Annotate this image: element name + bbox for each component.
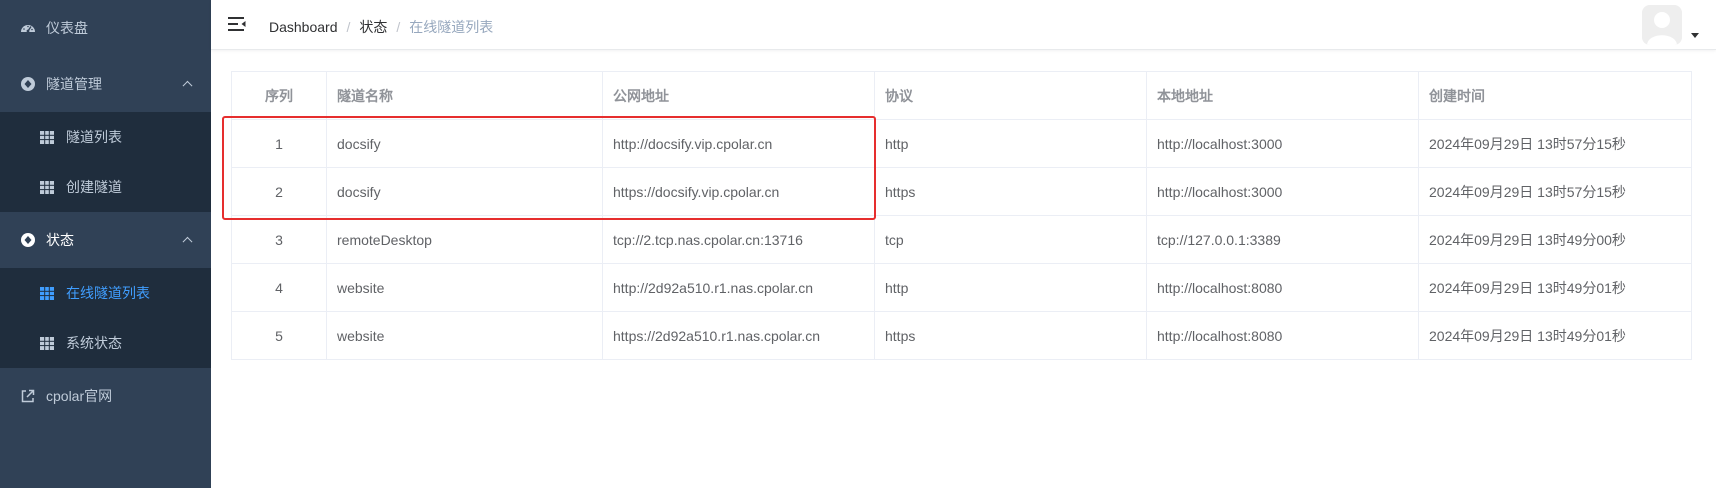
cell-created-time: 2024年09月29日 13时49分01秒 xyxy=(1418,311,1692,360)
cell-index: 3 xyxy=(231,215,327,264)
sidebar-item-label: 在线隧道列表 xyxy=(66,285,150,301)
cell-index: 5 xyxy=(231,311,327,360)
cell-tunnel-name: website xyxy=(326,311,603,360)
sidebar-item-status[interactable]: 状态 xyxy=(0,212,211,268)
tunnel-management-icon xyxy=(21,77,35,91)
online-tunnel-table: 序列 隧道名称 公网地址 协议 本地地址 创建时间 1 docsify http… xyxy=(231,71,1692,360)
table-icon xyxy=(40,286,54,300)
cell-protocol: http xyxy=(874,263,1147,312)
cell-public-url: http://2d92a510.r1.nas.cpolar.cn xyxy=(602,263,875,312)
sidebar-item-tunnel-list[interactable]: 隧道列表 xyxy=(0,112,211,162)
chevron-up-icon xyxy=(182,80,193,91)
header-public-url: 公网地址 xyxy=(602,71,875,120)
status-submenu: 在线隧道列表 系统状态 xyxy=(0,268,211,368)
sidebar-item-label: 状态 xyxy=(46,232,74,248)
sidebar-item-label: 隧道列表 xyxy=(66,129,122,145)
cell-tunnel-name: docsify xyxy=(326,119,603,168)
cell-created-time: 2024年09月29日 13时57分15秒 xyxy=(1418,167,1692,216)
table-header-row: 序列 隧道名称 公网地址 协议 本地地址 创建时间 xyxy=(231,71,1692,120)
table-row: 2 docsify https://docsify.vip.cpolar.cn … xyxy=(231,167,1692,216)
cell-index: 2 xyxy=(231,167,327,216)
sidebar-item-official-site[interactable]: cpolar官网 xyxy=(0,368,211,424)
table-row: 4 website http://2d92a510.r1.nas.cpolar.… xyxy=(231,263,1692,312)
breadcrumb-status[interactable]: 状态 xyxy=(359,17,387,37)
cell-index: 1 xyxy=(231,119,327,168)
cell-created-time: 2024年09月29日 13时49分00秒 xyxy=(1418,215,1692,264)
table-row: 1 docsify http://docsify.vip.cpolar.cn h… xyxy=(231,119,1692,168)
table-row: 3 remoteDesktop tcp://2.tcp.nas.cpolar.c… xyxy=(231,215,1692,264)
sidebar-item-online-tunnels[interactable]: 在线隧道列表 xyxy=(0,268,211,318)
cell-public-url: tcp://2.tcp.nas.cpolar.cn:13716 xyxy=(602,215,875,264)
cell-protocol: https xyxy=(874,311,1147,360)
header-tunnel-name: 隧道名称 xyxy=(326,71,603,120)
breadcrumb-dashboard[interactable]: Dashboard xyxy=(269,19,338,35)
sidebar-item-label: cpolar官网 xyxy=(46,388,113,404)
cell-public-url: https://docsify.vip.cpolar.cn xyxy=(602,167,875,216)
sidebar-item-dashboard[interactable]: 仪表盘 xyxy=(0,0,211,56)
sidebar-item-label: 仪表盘 xyxy=(46,20,88,36)
sidebar-item-label: 系统状态 xyxy=(66,335,122,351)
tunnel-submenu: 隧道列表 创建隧道 xyxy=(0,112,211,212)
sidebar: 仪表盘 隧道管理 隧道列表 创建隧道 状态 在线隧道列表 系统状态 cpolar… xyxy=(0,0,211,488)
cell-public-url: http://docsify.vip.cpolar.cn xyxy=(602,119,875,168)
cell-created-time: 2024年09月29日 13时57分15秒 xyxy=(1418,119,1692,168)
table-icon xyxy=(40,336,54,350)
hamburger-icon[interactable] xyxy=(228,16,246,32)
cell-tunnel-name: remoteDesktop xyxy=(326,215,603,264)
header-local-address: 本地地址 xyxy=(1146,71,1419,120)
table-icon xyxy=(40,180,54,194)
cell-protocol: tcp xyxy=(874,215,1147,264)
header-created-time: 创建时间 xyxy=(1418,71,1692,120)
navbar: Dashboard / 状态 / 在线隧道列表 xyxy=(211,0,1716,50)
cell-protocol: https xyxy=(874,167,1147,216)
cell-tunnel-name: docsify xyxy=(326,167,603,216)
cell-index: 4 xyxy=(231,263,327,312)
sidebar-item-label: 隧道管理 xyxy=(46,76,102,92)
chevron-up-icon xyxy=(182,236,193,247)
table-row: 5 website https://2d92a510.r1.nas.cpolar… xyxy=(231,311,1692,360)
status-icon xyxy=(21,233,35,247)
cell-local-address: http://localhost:3000 xyxy=(1146,119,1419,168)
breadcrumb-current: 在线隧道列表 xyxy=(409,19,494,35)
cell-local-address: tcp://127.0.0.1:3389 xyxy=(1146,215,1419,264)
sidebar-item-create-tunnel[interactable]: 创建隧道 xyxy=(0,162,211,212)
header-protocol: 协议 xyxy=(874,71,1147,120)
breadcrumb: Dashboard / 状态 / 在线隧道列表 xyxy=(269,17,493,37)
table-icon xyxy=(40,130,54,144)
cell-tunnel-name: website xyxy=(326,263,603,312)
sidebar-item-label: 创建隧道 xyxy=(66,179,122,195)
cell-local-address: http://localhost:3000 xyxy=(1146,167,1419,216)
cell-local-address: http://localhost:8080 xyxy=(1146,263,1419,312)
cell-protocol: http xyxy=(874,119,1147,168)
cell-local-address: http://localhost:8080 xyxy=(1146,311,1419,360)
external-link-icon xyxy=(21,389,35,403)
breadcrumb-separator: / xyxy=(396,19,401,35)
caret-down-icon[interactable] xyxy=(1691,33,1699,38)
sidebar-item-system-status[interactable]: 系统状态 xyxy=(0,318,211,368)
sidebar-item-tunnel-management[interactable]: 隧道管理 xyxy=(0,56,211,112)
cell-created-time: 2024年09月29日 13时49分01秒 xyxy=(1418,263,1692,312)
breadcrumb-separator: / xyxy=(346,19,351,35)
dashboard-icon xyxy=(21,25,35,33)
avatar[interactable] xyxy=(1642,5,1682,45)
user-avatar-icon xyxy=(1642,5,1682,45)
cell-public-url: https://2d92a510.r1.nas.cpolar.cn xyxy=(602,311,875,360)
header-index: 序列 xyxy=(231,71,327,120)
